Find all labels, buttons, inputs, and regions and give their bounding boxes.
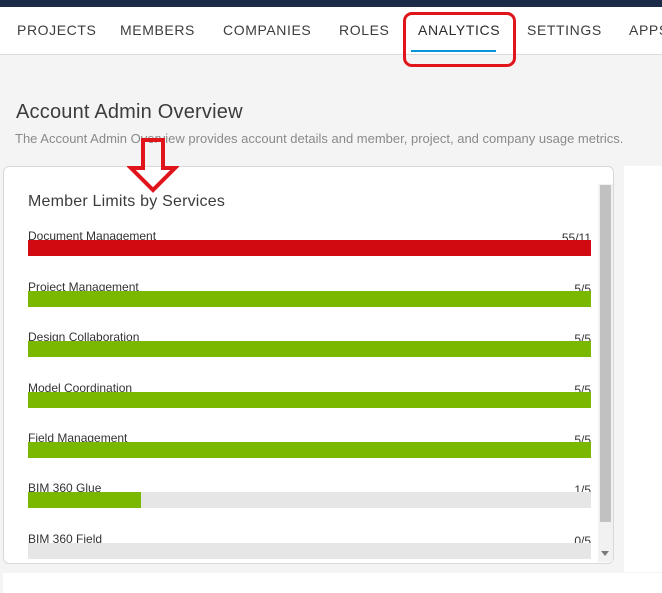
tab-settings[interactable]: SETTINGS (527, 22, 602, 38)
side-panel (624, 166, 662, 572)
usage-bar-fill (28, 341, 591, 357)
service-row-field-management: Field Management 5/5 (28, 431, 591, 464)
bottom-panel (3, 573, 662, 593)
usage-bar-fill (28, 492, 141, 508)
service-row-document-management: Document Management 55/11 (28, 229, 591, 262)
usage-bar-fill (28, 291, 591, 307)
card-scrollbar[interactable] (598, 184, 613, 562)
card-title: Member Limits by Services (28, 193, 226, 210)
annotation-highlight-box (403, 12, 516, 67)
scroll-down-arrow-icon[interactable] (601, 551, 609, 556)
usage-bar-track (28, 442, 591, 458)
member-limits-card: Member Limits by Services Document Manag… (3, 166, 614, 564)
usage-bar-fill (28, 240, 591, 256)
scroll-thumb[interactable] (600, 185, 611, 522)
usage-bar-fill (28, 442, 591, 458)
tab-projects[interactable]: PROJECTS (17, 22, 96, 38)
tab-apps[interactable]: APPS (629, 22, 662, 38)
service-row-model-coordination: Model Coordination 5/5 (28, 381, 591, 414)
service-row-bim-360-field: BIM 360 Field 0/5 (28, 532, 591, 563)
usage-bar-track (28, 492, 591, 508)
usage-bar-track (28, 291, 591, 307)
service-row-project-management: Project Management 5/5 (28, 280, 591, 313)
usage-bar-fill (28, 392, 591, 408)
usage-bar-track (28, 543, 591, 559)
page-title: Account Admin Overview (16, 101, 243, 123)
top-brand-bar (0, 0, 662, 7)
usage-bar-track (28, 240, 591, 256)
tab-navigation: PROJECTS MEMBERS COMPANIES ROLES ANALYTI… (0, 7, 662, 55)
service-row-design-collaboration: Design Collaboration 5/5 (28, 330, 591, 363)
usage-bar-track (28, 341, 591, 357)
page-subtitle: The Account Admin Overview provides acco… (15, 131, 624, 146)
usage-bar-track (28, 392, 591, 408)
tab-roles[interactable]: ROLES (339, 22, 389, 38)
down-arrow-annotation-icon (127, 138, 179, 193)
service-row-bim-360-glue: BIM 360 Glue 1/5 (28, 481, 591, 514)
tab-companies[interactable]: COMPANIES (223, 22, 311, 38)
tab-members[interactable]: MEMBERS (120, 22, 195, 38)
